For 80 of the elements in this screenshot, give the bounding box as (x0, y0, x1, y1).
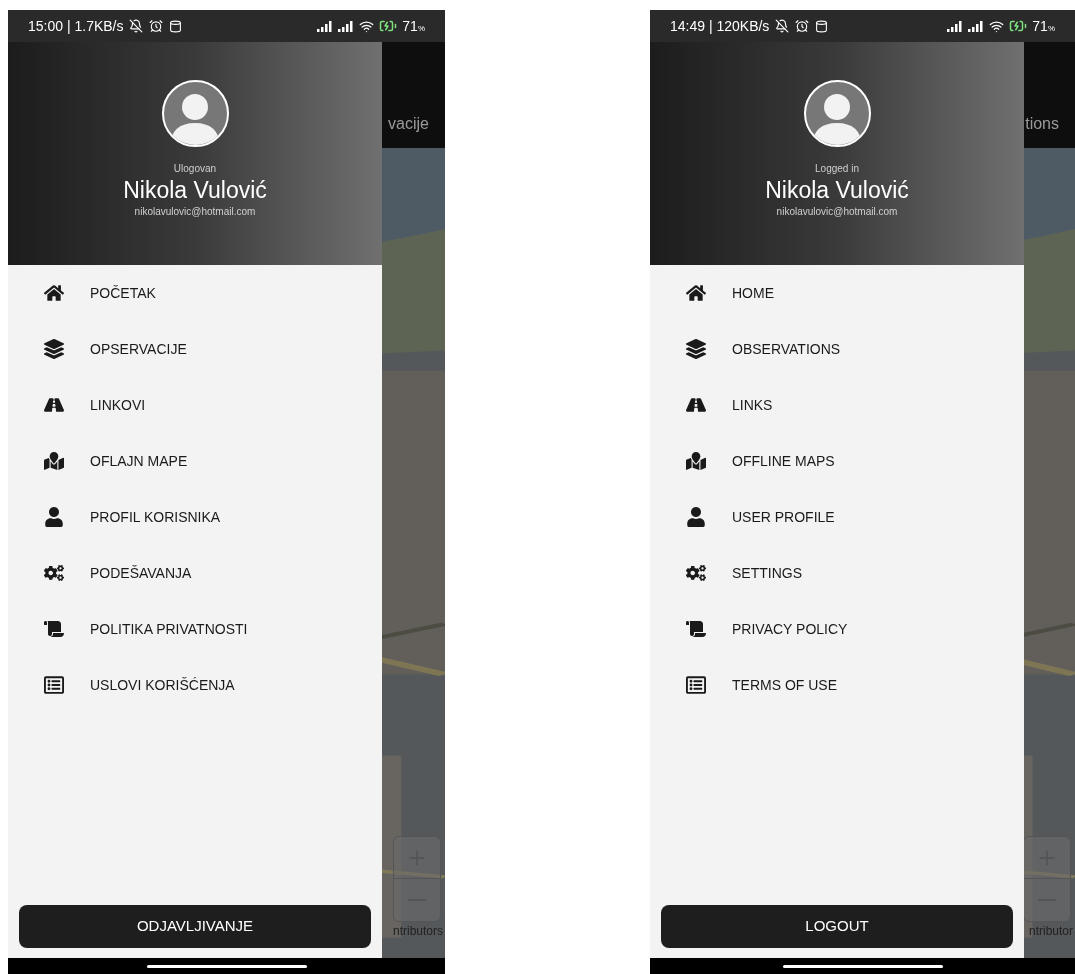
wifi-icon (359, 18, 375, 34)
status-time: 15:00 | 1.7KB/s (28, 16, 124, 36)
road-icon (686, 395, 706, 415)
menu-item[interactable]: USER PROFILE (650, 489, 1024, 545)
mute-icon (129, 19, 144, 33)
menu-item[interactable]: USLOVI KORIŠĆENJA (8, 657, 382, 713)
battery-unit: % (417, 23, 425, 35)
user-name: Nikola Vulović (765, 176, 909, 204)
road-icon (44, 395, 64, 415)
menu-label: HOME (732, 283, 774, 303)
menu-label: PODEŠAVANJA (90, 563, 192, 583)
menu-label: OPSERVACIJE (90, 339, 187, 359)
menu-item[interactable]: OPSERVACIJE (8, 321, 382, 377)
menu-item[interactable]: SETTINGS (650, 545, 1024, 601)
wifi-icon (989, 18, 1005, 34)
menu-item[interactable]: PRIVACY POLICY (650, 601, 1024, 657)
gears-icon (44, 563, 64, 583)
signal-icon (947, 20, 964, 32)
home-indicator[interactable] (146, 964, 307, 968)
battery-level: 71 (402, 16, 418, 36)
gears-icon (686, 563, 706, 583)
user-icon (686, 507, 706, 527)
app-bar-title: tions (1025, 114, 1059, 134)
menu-label: LINKOVI (90, 395, 146, 415)
list-icon (44, 675, 64, 695)
menu-label: PRIVACY POLICY (732, 619, 848, 639)
login-status: Ulogovan (173, 162, 217, 176)
mute-icon (775, 19, 790, 33)
user-email: nikolavulovic@hotmail.com (776, 205, 898, 219)
scroll-icon (44, 619, 64, 639)
map-pin-icon (44, 451, 64, 471)
menu-item[interactable]: HOME (650, 265, 1024, 321)
menu-item[interactable]: TERMS OF USE (650, 657, 1024, 713)
signal-icon (968, 20, 985, 32)
menu-item[interactable]: POLITIKA PRIVATNOSTI (8, 601, 382, 657)
login-status: Logged in (815, 162, 859, 176)
storage-icon (815, 19, 829, 33)
alarm-icon (795, 19, 810, 33)
battery-level: 71 (1032, 16, 1048, 36)
storage-icon (169, 19, 183, 33)
menu-item[interactable]: OBSERVATIONS (650, 321, 1024, 377)
user-icon (44, 507, 64, 527)
home-icon (44, 283, 64, 303)
home-indicator[interactable] (782, 964, 943, 968)
map-attribution: ntributor (1028, 923, 1073, 940)
status-time: 14:49 | 120KB/s (670, 16, 770, 36)
list-icon (686, 675, 706, 695)
home-icon (686, 283, 706, 303)
map-pin-icon (686, 451, 706, 471)
menu-item[interactable]: OFFLINE MAPS (650, 433, 1024, 489)
scroll-icon (686, 619, 706, 639)
menu-label: LINKS (732, 395, 773, 415)
map-attribution: ntributors (392, 923, 443, 940)
menu-label: OFFLINE MAPS (732, 451, 835, 471)
signal-icon (338, 20, 355, 32)
menu-label: OFLAJN MAPE (90, 451, 188, 471)
app-bar-title: vacije (388, 114, 429, 134)
layers-icon (44, 339, 64, 359)
menu-item[interactable]: PROFIL KORISNIKA (8, 489, 382, 545)
user-email: nikolavulovic@hotmail.com (134, 205, 256, 219)
menu-label: PROFIL KORISNIKA (90, 507, 221, 527)
menu-label: POLITIKA PRIVATNOSTI (90, 619, 248, 639)
menu-label: POČETAK (90, 283, 156, 303)
signal-icon (317, 20, 334, 32)
logout-button[interactable]: LOGOUT (661, 905, 1013, 948)
battery-unit: % (1047, 23, 1055, 35)
menu-item[interactable]: OFLAJN MAPE (8, 433, 382, 489)
user-name: Nikola Vulović (123, 176, 267, 204)
alarm-icon (149, 19, 164, 33)
logout-button[interactable]: ODJAVLJIVANJE (19, 905, 371, 948)
menu-label: SETTINGS (732, 563, 802, 583)
menu-label: OBSERVATIONS (732, 339, 841, 359)
menu-label: TERMS OF USE (732, 675, 837, 695)
menu-label: USER PROFILE (732, 507, 835, 527)
layers-icon (686, 339, 706, 359)
menu-item[interactable]: LINKS (650, 377, 1024, 433)
menu-item[interactable]: PODEŠAVANJA (8, 545, 382, 601)
menu-item[interactable]: POČETAK (8, 265, 382, 321)
menu-item[interactable]: LINKOVI (8, 377, 382, 433)
menu-label: USLOVI KORIŠĆENJA (90, 675, 235, 695)
